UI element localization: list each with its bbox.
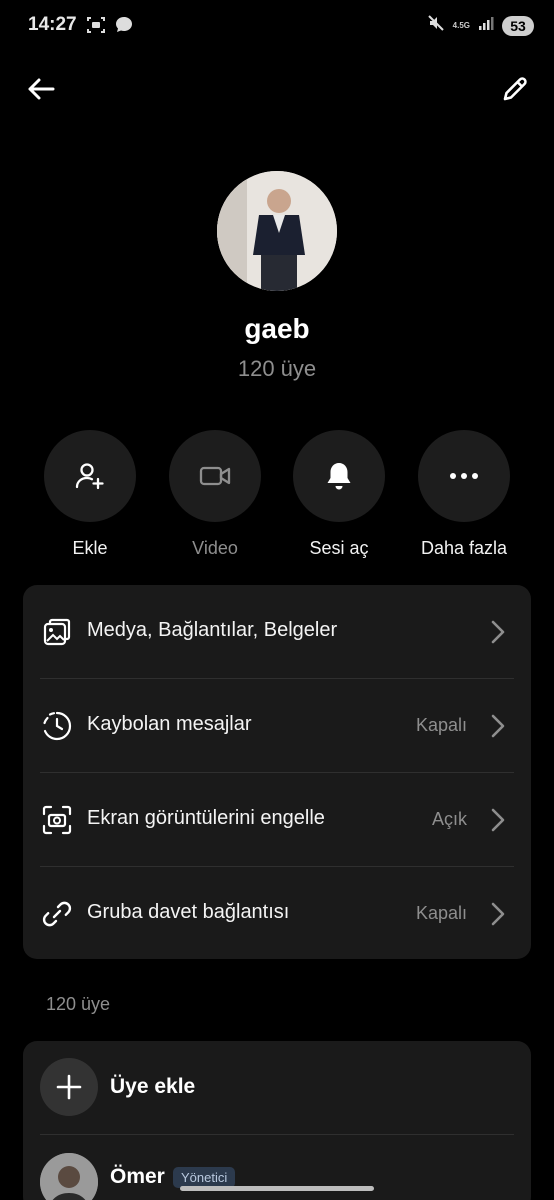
setting-row-disappearing[interactable]: Kaybolan mesajlar Kapalı [23,679,531,773]
chat-bubble-icon [114,15,134,40]
member-count: 120 üye [237,356,317,381]
setting-label-invite-link: Gruba davet bağlantısı [87,901,290,923]
status-bar: 14:27 4.5G 53 [0,0,554,52]
screenshot-icon [86,15,106,40]
more-action-label: Daha fazla [420,538,508,558]
avatar-photo [217,171,337,291]
battery-indicator: 53 [502,15,534,36]
timer-icon [43,711,72,741]
setting-value-disappearing: Kapalı [415,715,467,735]
mute-icon [427,14,445,37]
member-photo [40,1153,98,1200]
video-action-label: Video [192,538,238,558]
add-member-button[interactable] [40,1058,98,1116]
edit-button[interactable] [498,72,532,106]
screenshot-block-icon [42,805,72,835]
chevron-right-icon [491,620,505,644]
add-action[interactable]: Ekle [25,430,155,559]
divider [40,1134,514,1135]
back-button[interactable] [24,72,58,106]
video-action[interactable]: Video [150,430,280,559]
chevron-right-icon [491,714,505,738]
arrow-left-icon [28,78,55,100]
more-dots-icon [450,473,478,479]
unmute-action[interactable]: Sesi aç [274,430,404,559]
admin-badge: Yönetici [173,1167,236,1188]
pencil-icon [503,77,527,101]
status-right: 4.5G 53 [427,14,534,37]
more-action-circle[interactable] [418,430,510,522]
setting-label-screenshot: Ekran görüntülerini engelle [87,807,325,829]
chevron-right-icon [491,808,505,832]
network-label: 4.5G [452,21,470,30]
more-action[interactable]: Daha fazla [399,430,529,559]
video-camera-icon [199,466,231,486]
member-name: Ömer [110,1165,165,1188]
home-indicator[interactable] [180,1186,374,1191]
setting-row-invite-link[interactable]: Gruba davet bağlantısı Kapalı [23,867,531,961]
chevron-right-icon [491,902,505,926]
add-member-label: Üye ekle [110,1075,196,1098]
setting-value-screenshot: Açık [431,809,467,829]
setting-value-invite-link: Kapalı [415,903,467,923]
status-left-icons [86,15,134,40]
group-avatar[interactable] [217,171,337,291]
status-time: 14:27 [28,14,77,35]
setting-row-screenshot[interactable]: Ekran görüntülerini engelle Açık [23,773,531,867]
add-action-circle[interactable] [44,430,136,522]
video-action-circle[interactable] [169,430,261,522]
signal-icon [478,15,494,36]
bell-icon [327,463,351,490]
members-card: Üye ekle Ömer Yönetici [23,1041,531,1200]
plus-icon [56,1074,82,1100]
setting-row-media[interactable]: Medya, Bağlantılar, Belgeler [23,585,531,679]
media-gallery-icon [43,618,71,646]
link-icon [42,901,72,927]
member-avatar [40,1153,98,1200]
group-name: gaeb [244,313,310,344]
setting-label-media: Medya, Bağlantılar, Belgeler [87,619,338,641]
setting-label-disappearing: Kaybolan mesajlar [87,713,252,735]
unmute-action-circle[interactable] [293,430,385,522]
unmute-action-label: Sesi aç [309,538,369,558]
settings-card: Medya, Bağlantılar, Belgeler Kaybolan me… [23,585,531,959]
members-section-title: 120 üye [46,994,111,1014]
add-person-icon [75,463,104,490]
add-action-label: Ekle [72,538,108,558]
